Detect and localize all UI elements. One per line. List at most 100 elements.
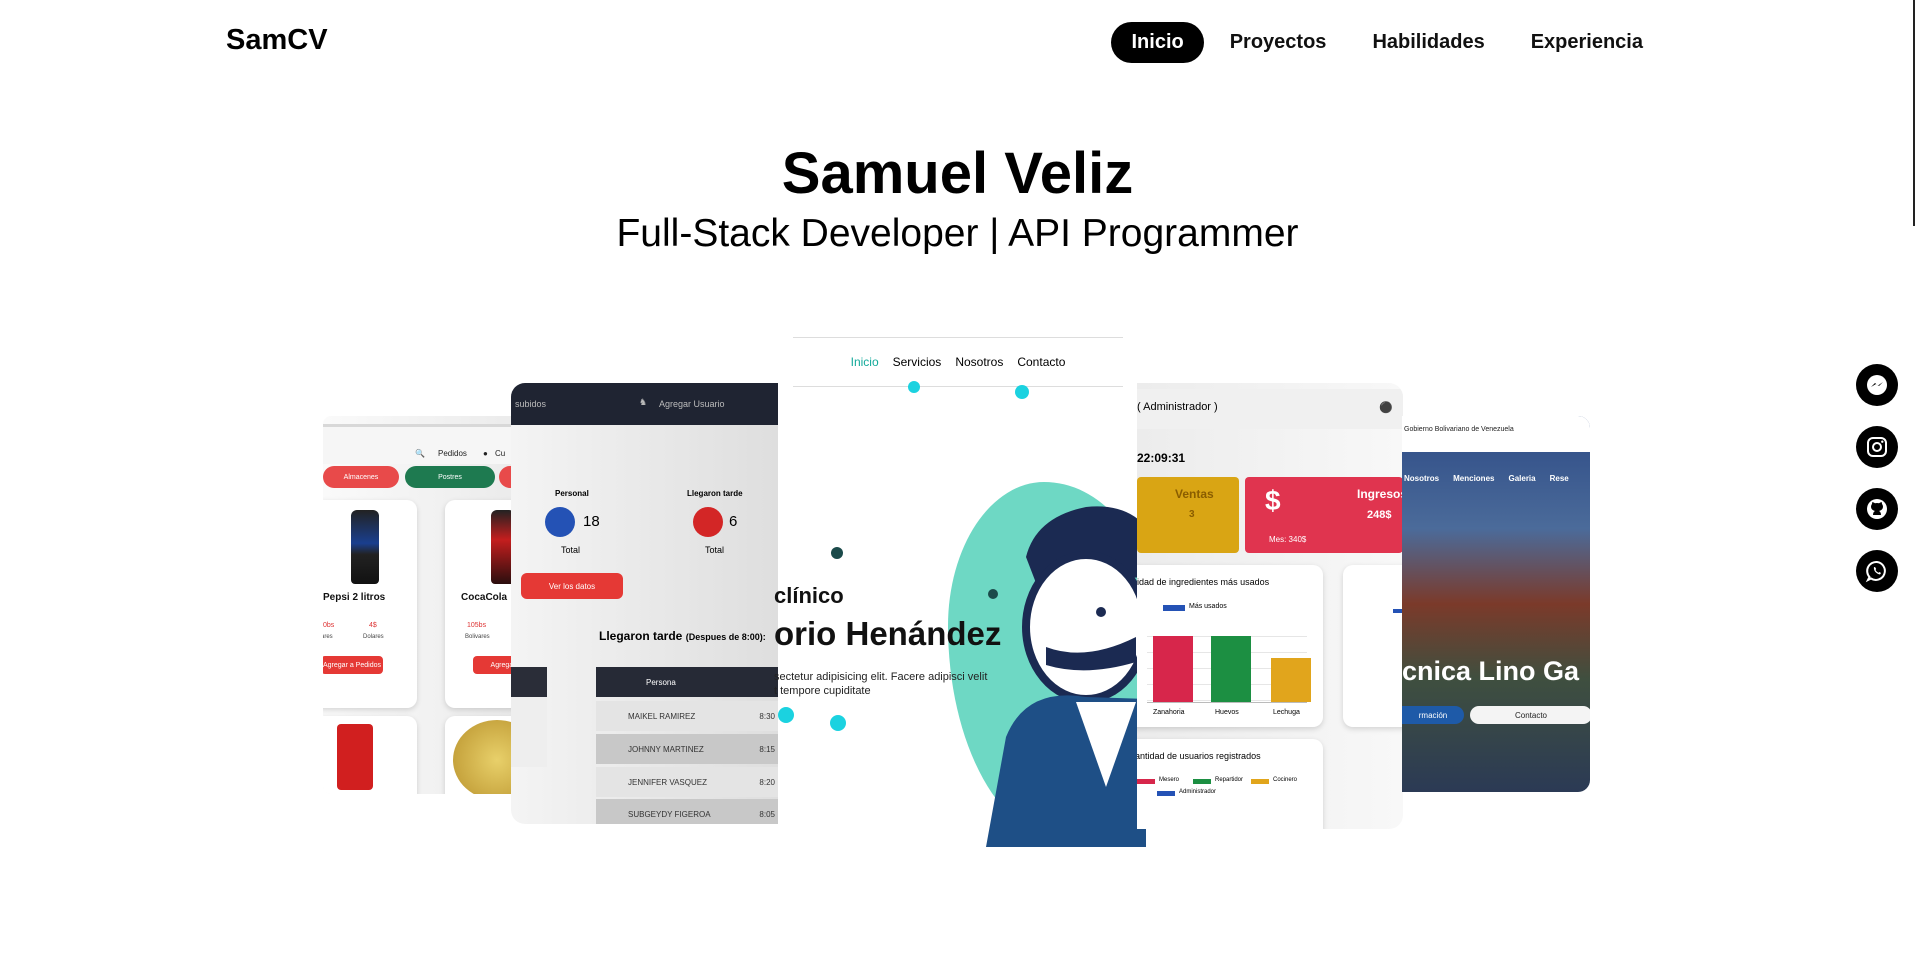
clinic-nav-contacto[interactable]: Contacto (1017, 355, 1065, 369)
tile-ingresos: $ Ingresos 248$ Mes: 340$ (1245, 477, 1403, 553)
nav-item-inicio[interactable]: Inicio (1111, 22, 1204, 63)
stat-caption: Total (561, 545, 581, 555)
late-section-title: Llegaron tarde (Despues de 8:00): (599, 629, 766, 643)
personal-icon (545, 507, 575, 537)
label-usd: Dolares (363, 634, 384, 640)
stat-label-tarde: Llegaron tarde (687, 489, 743, 498)
chart-x-label: Huevos (1215, 709, 1239, 716)
project-card-dashboard[interactable]: ( Administrador ) ⚫ 22:09:31 Ventas 3 $ … (1137, 383, 1403, 829)
decor-dot (908, 381, 920, 393)
users-chart-panel: antidad de usuarios registrados Mesero R… (1137, 739, 1323, 829)
school-nav-galeria[interactable]: Galeria (1508, 474, 1535, 483)
toggle-icon[interactable]: ⚫ (1379, 401, 1393, 414)
clinic-heading-1: clínico (774, 583, 844, 608)
whatsapp-button[interactable] (1856, 550, 1898, 592)
clinic-nav-inicio[interactable]: Inicio (851, 355, 879, 369)
main-nav: Inicio Proyectos Habilidades Experiencia (1111, 22, 1663, 63)
table-row: SUBGEYDY FIGEROA 8:05 (596, 799, 779, 824)
row-name: JOHNNY MARTINEZ (628, 744, 704, 754)
bar-lechuga (1271, 658, 1311, 702)
product-card-cocacola-can[interactable] (323, 716, 417, 794)
instagram-button[interactable] (1856, 426, 1898, 468)
cocacola-can-image (337, 724, 373, 790)
clinic-nav-nosotros[interactable]: Nosotros (955, 355, 1003, 369)
user-icon[interactable]: ● (483, 449, 488, 458)
table-row: MAIKEL RAMIREZ 8:30 (596, 701, 779, 731)
nav-item-habilidades[interactable]: Habilidades (1352, 22, 1504, 63)
github-icon (1867, 499, 1887, 519)
store-tab-postres[interactable]: Postres (405, 466, 495, 488)
chart2-legend: Cocinero (1273, 777, 1298, 783)
decor-dot (988, 589, 998, 599)
product-card-pepsi[interactable]: Pepsi 2 litros 0bs 4$ ares Dolares Agreg… (323, 500, 417, 708)
nav-item-proyectos[interactable]: Proyectos (1210, 22, 1347, 63)
project-card-clinic[interactable]: Inicio Servicios Nosotros Contacto clíni… (774, 337, 1148, 857)
table-row: JENNIFER VASQUEZ 8:20 (596, 767, 779, 797)
instagram-icon (1867, 437, 1887, 457)
add-user-link[interactable]: Agregar Usuario (659, 399, 725, 409)
project-card-school[interactable]: Gobierno Bolivariano de Venezuela Nosotr… (1402, 416, 1590, 792)
tile-ingresos-note: Mes: 340$ (1269, 535, 1307, 544)
view-data-button[interactable]: Ver los datos (521, 573, 623, 599)
chart-plot (1147, 621, 1311, 703)
row-name: MAIKEL RAMIREZ (628, 711, 696, 721)
legend-swatch (1157, 791, 1175, 796)
whatsapp-icon (1865, 560, 1886, 583)
school-nav-nosotros[interactable]: Nosotros (1404, 474, 1439, 483)
school-contact-button[interactable]: Contacto (1470, 706, 1590, 724)
doctor-illustration (986, 506, 1146, 847)
github-button[interactable] (1856, 488, 1898, 530)
school-nav-resenas[interactable]: Rese (1550, 474, 1569, 483)
add-to-order-button[interactable]: Agregar a Pedidos (323, 656, 383, 674)
clinic-nav-servicios[interactable]: Servicios (893, 355, 942, 369)
brand-logo[interactable]: SamCV (226, 24, 328, 57)
clinic-nav: Inicio Servicios Nosotros Contacto (793, 337, 1123, 387)
ingredients-chart-panel: idad de ingredientes más usados Más usad… (1137, 565, 1323, 727)
attendance-topbar: subidos ♞ Agregar Usuario (511, 383, 779, 425)
users-icon: ♞ (639, 397, 648, 407)
chart2-legend: Administrador (1179, 789, 1217, 795)
store-menu-cuenta[interactable]: Cu (495, 449, 505, 458)
money-hand-icon: $ (1265, 485, 1281, 516)
school-nav-menciones[interactable]: Menciones (1453, 474, 1494, 483)
legend-swatch (1193, 779, 1211, 784)
row-name: JENNIFER VASQUEZ (628, 777, 707, 787)
row-time: 8:15 (759, 744, 775, 754)
table-row: JOHNNY MARTINEZ 8:15 (596, 734, 779, 764)
table-header-persona: Persona (596, 667, 779, 697)
tile-ventas: Ventas 3 (1137, 477, 1239, 553)
chart2-title: antidad de usuarios registrados (1137, 751, 1261, 761)
school-heading: cnica Lino Ga (1402, 656, 1580, 686)
row-time: 8:05 (759, 809, 775, 819)
chart-title: idad de ingredientes más usados (1137, 577, 1270, 587)
search-icon[interactable]: 🔍 (415, 449, 425, 458)
role-label: ( Administrador ) (1137, 401, 1218, 413)
price-bs: 105bs (467, 622, 487, 629)
late-title-note: (Despues de 8:00): (685, 632, 766, 642)
project-card-attendance[interactable]: subidos ♞ Agregar Usuario Personal 18 To… (511, 383, 779, 824)
store-menu-pedidos[interactable]: Pedidos (438, 449, 467, 458)
late-title-text: Llegaron tarde (599, 629, 683, 643)
bar-zanahoria (1153, 636, 1193, 702)
gov-label: Gobierno Bolivariano de Venezuela (1404, 426, 1514, 433)
stat-value-tarde: 6 (729, 513, 738, 530)
messenger-button[interactable] (1856, 364, 1898, 406)
school-header: Gobierno Bolivariano de Venezuela (1402, 416, 1590, 452)
legend-swatch (1163, 605, 1185, 611)
label-bs: Bolivares (465, 634, 490, 640)
stat-value-personal: 18 (583, 513, 600, 530)
dashboard-clock: 22:09:31 (1137, 451, 1186, 465)
chart-x-label: Lechuga (1273, 709, 1300, 716)
chart2-legend: Repartidor (1215, 777, 1244, 783)
decor-dot (830, 715, 846, 731)
nav-item-experiencia[interactable]: Experiencia (1511, 22, 1663, 63)
topbar-item-subidos[interactable]: subidos (515, 399, 546, 409)
chart-legend: Más usados (1189, 603, 1227, 610)
store-tab-almacenes[interactable]: Almacenes (323, 466, 399, 488)
side-panel (1343, 565, 1403, 727)
project-card-store[interactable]: 🔍 Pedidos ● Cu Almacenes Postres Pepsi 2… (323, 416, 543, 794)
hero-name: Samuel Veliz (781, 141, 1134, 206)
school-nav: Nosotros Menciones Galeria Rese (1402, 474, 1590, 483)
school-info-button[interactable]: rmación (1402, 706, 1464, 724)
decor-dot (1015, 385, 1029, 399)
